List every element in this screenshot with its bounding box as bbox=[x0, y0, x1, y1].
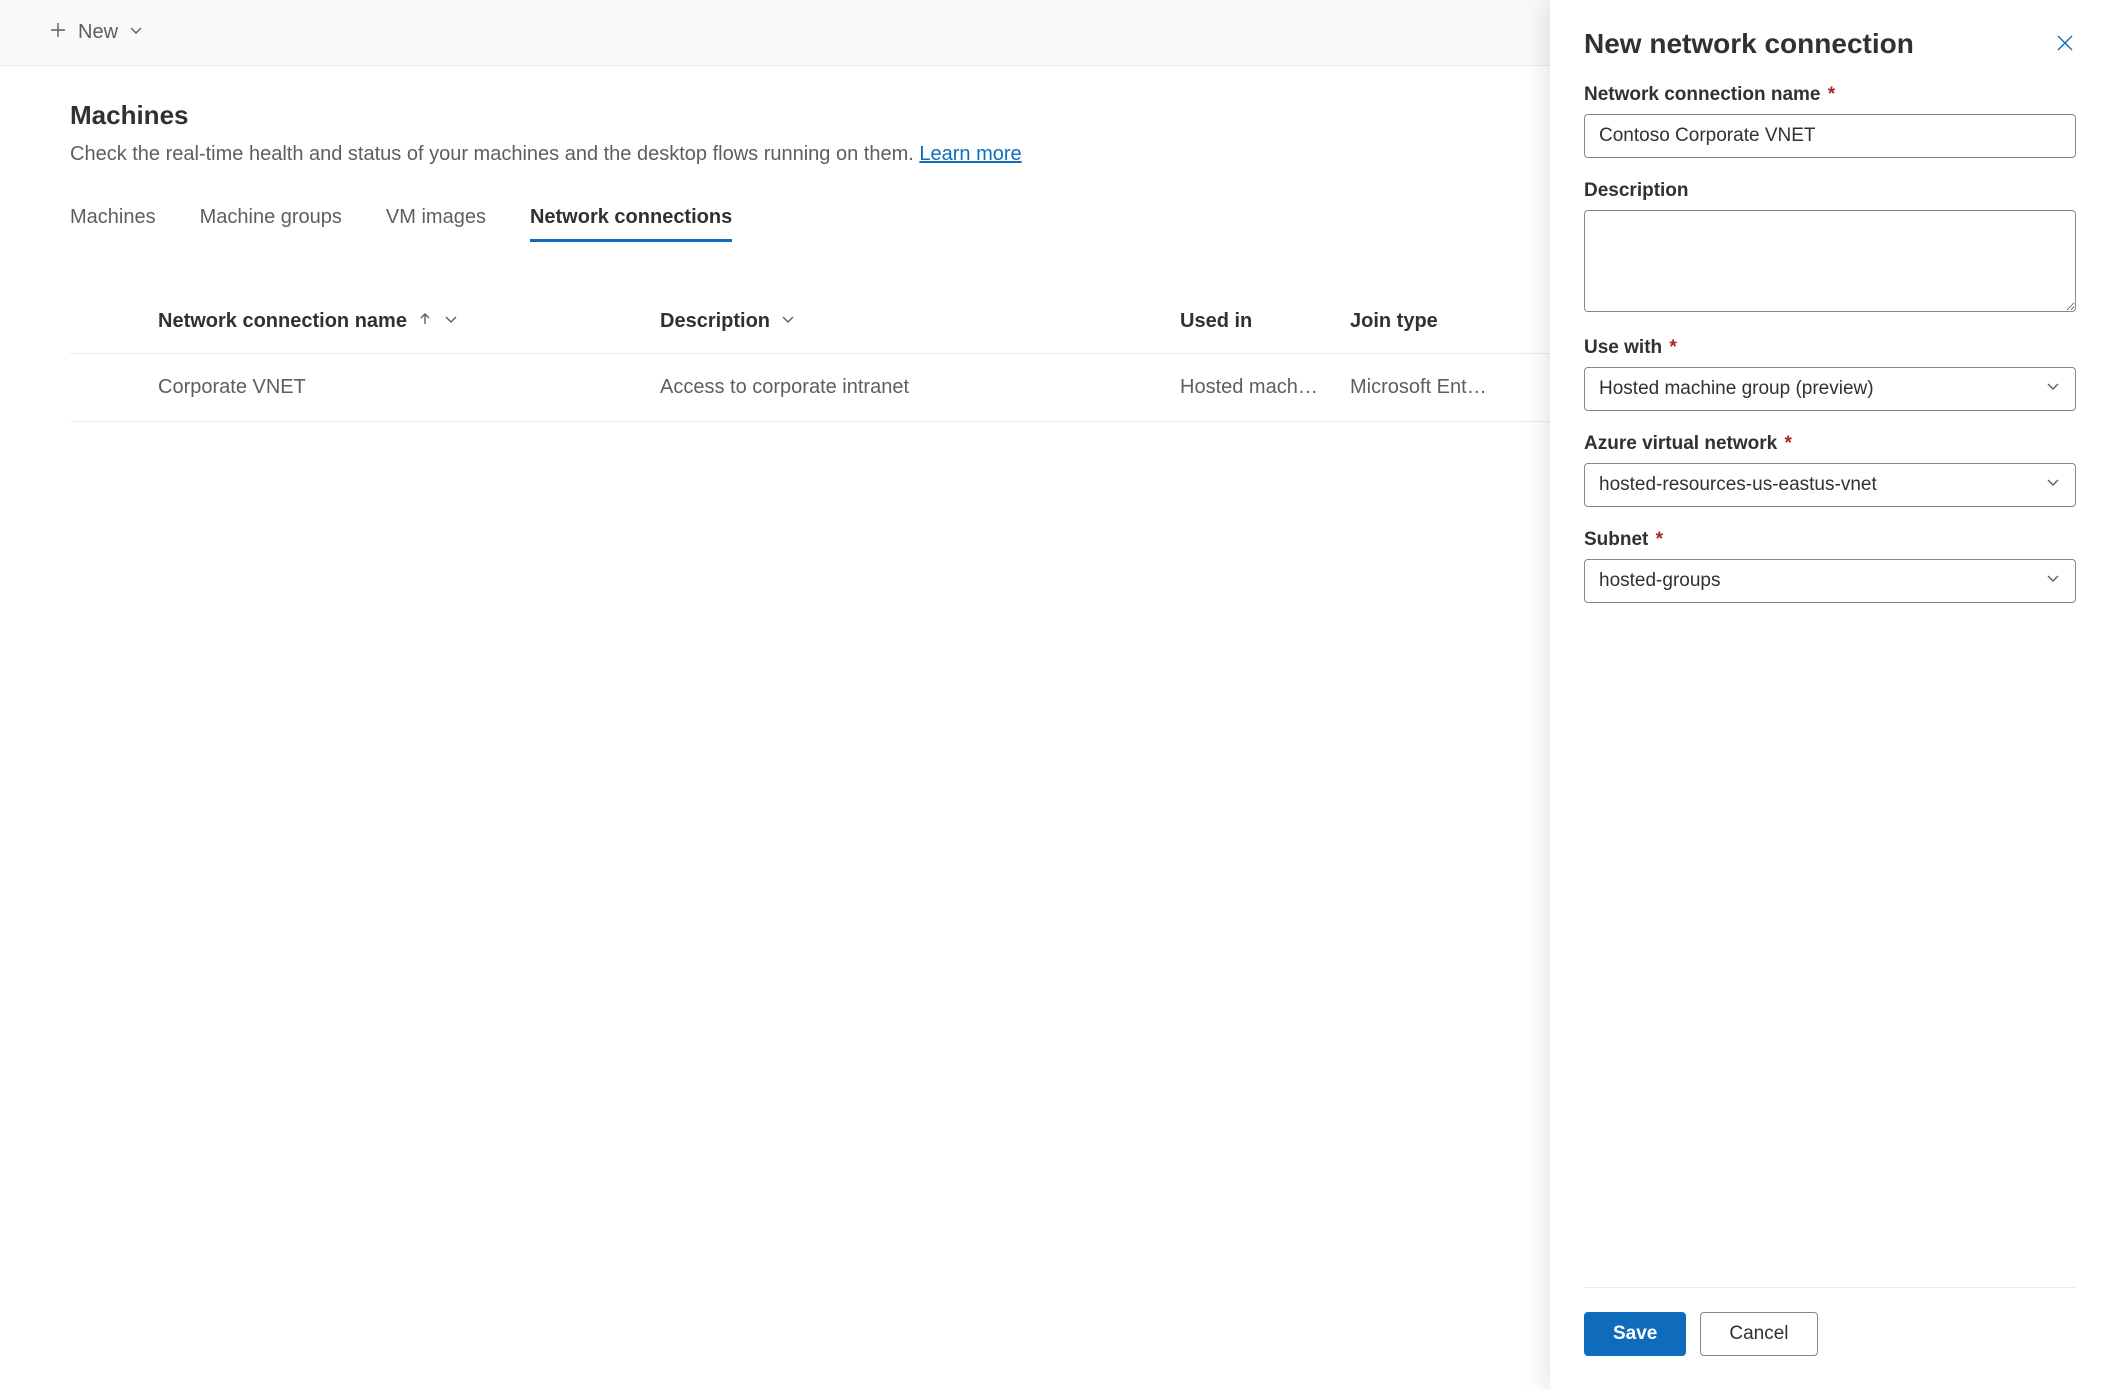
use-with-value: Hosted machine group (preview) bbox=[1599, 378, 2045, 400]
cell-description: Access to corporate intranet bbox=[660, 376, 1180, 399]
azure-vnet-select[interactable]: hosted-resources-us-eastus-vnet bbox=[1584, 463, 2076, 507]
save-button[interactable]: Save bbox=[1584, 1312, 1686, 1356]
field-subnet: Subnet * hosted-groups bbox=[1584, 529, 2076, 603]
panel-footer: Save Cancel bbox=[1584, 1287, 2076, 1390]
column-header-join-type[interactable]: Join type bbox=[1350, 310, 1570, 333]
close-button[interactable] bbox=[2054, 32, 2076, 57]
field-use-with-label: Use with * bbox=[1584, 337, 2076, 359]
tab-machine-groups[interactable]: Machine groups bbox=[200, 206, 342, 242]
chevron-down-icon bbox=[443, 310, 459, 333]
panel-title: New network connection bbox=[1584, 28, 1914, 60]
required-marker: * bbox=[1664, 337, 1677, 358]
chevron-down-icon bbox=[128, 21, 144, 44]
field-name: Network connection name * bbox=[1584, 84, 2076, 158]
panel-form: Network connection name * Description Us… bbox=[1584, 84, 2076, 1287]
chevron-down-icon bbox=[780, 310, 796, 333]
field-azure-vnet-label: Azure virtual network * bbox=[1584, 433, 2076, 455]
close-icon bbox=[2054, 41, 2076, 57]
azure-vnet-value: hosted-resources-us-eastus-vnet bbox=[1599, 474, 2045, 496]
chevron-down-icon bbox=[2045, 570, 2061, 592]
app-root: New Machines Check the real-time health … bbox=[0, 0, 2110, 1390]
field-description-label: Description bbox=[1584, 180, 2076, 202]
new-button[interactable]: New bbox=[48, 20, 144, 46]
field-azure-vnet: Azure virtual network * hosted-resources… bbox=[1584, 433, 2076, 507]
cell-name: Corporate VNET bbox=[70, 376, 660, 399]
tab-vm-images[interactable]: VM images bbox=[386, 206, 486, 242]
cancel-button[interactable]: Cancel bbox=[1700, 1312, 1817, 1356]
field-name-label: Network connection name * bbox=[1584, 84, 2076, 106]
description-input[interactable] bbox=[1584, 210, 2076, 312]
name-input[interactable] bbox=[1584, 114, 2076, 158]
plus-icon bbox=[48, 20, 68, 46]
new-button-label: New bbox=[78, 21, 118, 44]
column-header-name[interactable]: Network connection name bbox=[70, 310, 660, 333]
chevron-down-icon bbox=[2045, 474, 2061, 496]
learn-more-link[interactable]: Learn more bbox=[919, 143, 1021, 165]
required-marker: * bbox=[1650, 529, 1663, 550]
page-subtitle-text: Check the real-time health and status of… bbox=[70, 143, 919, 165]
column-header-description[interactable]: Description bbox=[660, 310, 1180, 333]
subnet-value: hosted-groups bbox=[1599, 570, 2045, 592]
tab-network-connections[interactable]: Network connections bbox=[530, 206, 732, 242]
tab-machines[interactable]: Machines bbox=[70, 206, 156, 242]
column-header-description-label: Description bbox=[660, 310, 770, 333]
side-panel: New network connection Network connectio… bbox=[1550, 0, 2110, 1390]
column-header-used-in[interactable]: Used in bbox=[1180, 310, 1350, 333]
field-subnet-label: Subnet * bbox=[1584, 529, 2076, 551]
required-marker: * bbox=[1823, 84, 1836, 105]
panel-header: New network connection bbox=[1584, 28, 2076, 60]
cell-join-type: Microsoft Ent… bbox=[1350, 376, 1570, 399]
field-description: Description bbox=[1584, 180, 2076, 315]
arrow-up-icon bbox=[417, 310, 433, 333]
chevron-down-icon bbox=[2045, 378, 2061, 400]
subnet-select[interactable]: hosted-groups bbox=[1584, 559, 2076, 603]
use-with-select[interactable]: Hosted machine group (preview) bbox=[1584, 367, 2076, 411]
required-marker: * bbox=[1779, 433, 1792, 454]
cell-used-in: Hosted mach… bbox=[1180, 376, 1350, 399]
field-use-with: Use with * Hosted machine group (preview… bbox=[1584, 337, 2076, 411]
column-header-name-label: Network connection name bbox=[158, 310, 407, 333]
